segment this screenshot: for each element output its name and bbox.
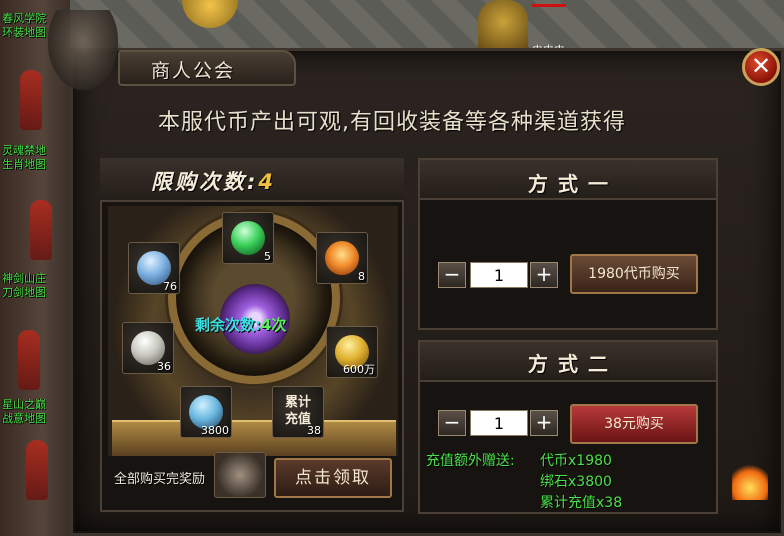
- reward-item-rune-stone[interactable]: 3800: [180, 386, 232, 438]
- option-two-decrease-button[interactable]: −: [438, 410, 466, 436]
- item-count: 76: [163, 280, 177, 293]
- map-label[interactable]: 星山之巅: [2, 398, 46, 411]
- option-one-decrease-button[interactable]: −: [438, 262, 466, 288]
- npc-figure[interactable]: [20, 70, 42, 130]
- close-button[interactable]: ✕: [742, 48, 780, 86]
- player-hp-bar: [532, 4, 566, 7]
- bonus-reward-chest-icon[interactable]: [214, 452, 266, 498]
- purchase-limit-value: 4: [258, 170, 277, 194]
- option-one-increase-button[interactable]: +: [530, 262, 558, 288]
- map-label[interactable]: 灵魂禁地: [2, 144, 46, 157]
- recharge-bonus-heading: 充值额外赠送:: [426, 453, 515, 469]
- purchase-limit-label: 限购次数:: [151, 170, 259, 194]
- yuan-buy-button[interactable]: 38元购买: [570, 404, 698, 444]
- item-count: 3800: [201, 424, 229, 437]
- reward-item-fire-crest[interactable]: 8: [316, 232, 368, 284]
- map-label[interactable]: 春风学院: [2, 12, 46, 25]
- window-title: 商人公会: [151, 60, 236, 82]
- top-ornament: [182, 0, 238, 28]
- option-two-increase-button[interactable]: +: [530, 410, 558, 436]
- option-two-quantity-input[interactable]: 1: [470, 410, 528, 436]
- item-count: 36: [157, 360, 171, 373]
- recharge-token-label: 累计充值: [284, 395, 311, 427]
- reward-item-recharge-token[interactable]: 累计充值 38: [272, 386, 324, 438]
- fire-crest-icon: [325, 241, 359, 275]
- item-count: 5: [264, 250, 271, 263]
- map-label[interactable]: 环装地图: [2, 26, 46, 39]
- token-buy-button[interactable]: 1980代币购买: [570, 254, 698, 294]
- option-one-quantity-input[interactable]: 1: [470, 262, 528, 288]
- reward-item-gold-coins[interactable]: 600万: [326, 326, 378, 378]
- item-count: 38: [307, 424, 321, 437]
- map-label[interactable]: 神剑山庄: [2, 272, 46, 285]
- green-orb-icon: [231, 221, 265, 255]
- item-count: 600万: [343, 363, 375, 376]
- full-reward-label: 全部购买完奖励: [114, 472, 206, 487]
- map-label[interactable]: 刀剑地图: [2, 286, 46, 299]
- recharge-bonus-line: 代币x1980: [540, 453, 612, 469]
- reward-item-silver-ore[interactable]: 36: [122, 322, 174, 374]
- remaining-value: 4次: [261, 316, 287, 334]
- remaining-label: 剩余次数:: [195, 316, 261, 334]
- npc-figure[interactable]: [30, 200, 52, 260]
- wheel-base: [112, 420, 396, 456]
- reward-item-green-orb[interactable]: 5: [222, 212, 274, 264]
- item-count: 8: [358, 270, 365, 283]
- brazier-fire-icon: [732, 460, 768, 500]
- option-one-title: 方式一: [528, 172, 618, 196]
- option-two-title: 方式二: [528, 352, 618, 376]
- purchase-limit: 限购次数:4: [151, 166, 276, 196]
- recharge-bonus-line: 绑石x3800: [540, 474, 612, 490]
- remaining-count: 剩余次数:4次: [195, 314, 286, 335]
- map-label[interactable]: 战意地图: [2, 412, 46, 425]
- npc-figure[interactable]: [18, 330, 40, 390]
- reward-item-ice-crystal[interactable]: 76: [128, 242, 180, 294]
- headline-text: 本服代币产出可观,有回收装备等各种渠道获得: [158, 110, 626, 135]
- recharge-bonus-line: 累计充值x38: [540, 495, 623, 511]
- npc-figure[interactable]: [26, 440, 48, 500]
- claim-button[interactable]: 点击领取: [274, 458, 392, 498]
- map-label[interactable]: 生肖地图: [2, 158, 46, 171]
- player-character[interactable]: [478, 0, 528, 54]
- dragon-ornament-icon: [48, 10, 118, 90]
